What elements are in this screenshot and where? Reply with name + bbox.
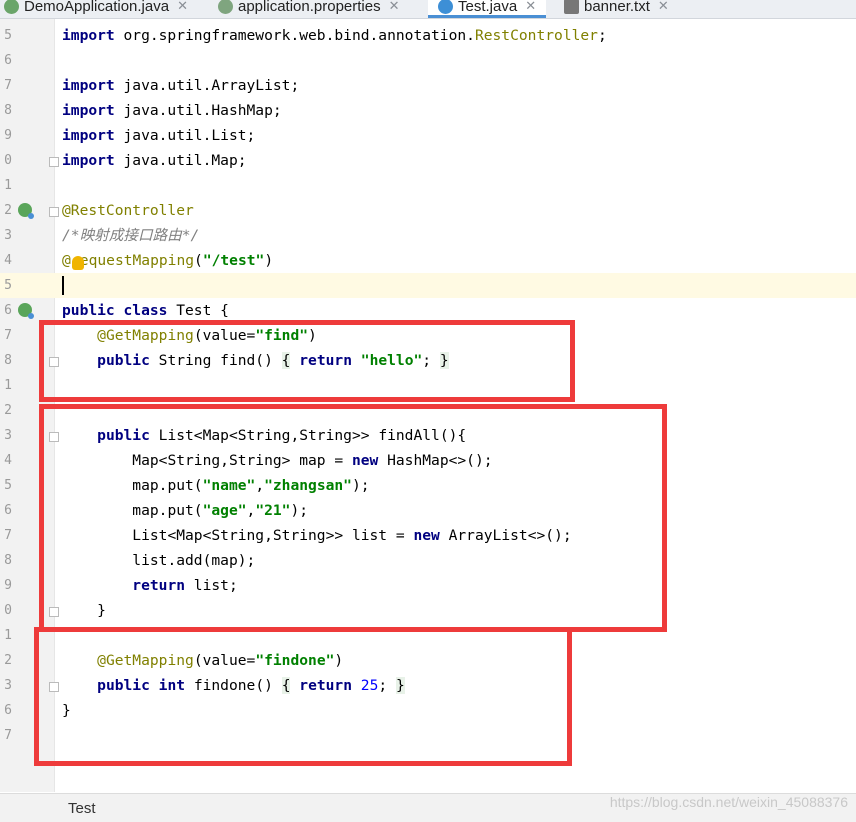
tab-application-properties[interactable]: application.properties ✕: [218, 0, 400, 18]
line-number: 6: [4, 503, 12, 518]
tab-label: DemoApplication.java: [24, 0, 170, 15]
line-number: 7: [4, 78, 12, 93]
tab-label: application.properties: [238, 0, 381, 15]
line-number: 8: [4, 103, 12, 118]
line-number: 2: [4, 203, 12, 218]
line-number: 6: [4, 53, 12, 68]
code-line: 8 import java.util.HashMap;: [0, 98, 856, 123]
text-caret: [62, 276, 64, 295]
close-icon[interactable]: ✕: [389, 0, 400, 14]
close-icon[interactable]: ✕: [525, 0, 536, 14]
code-line: 7 import java.util.ArrayList;: [0, 73, 856, 98]
line-number: 8: [4, 553, 12, 568]
line-number: 3: [4, 228, 12, 243]
fold-icon[interactable]: [49, 157, 59, 167]
watermark: https://blog.csdn.net/weixin_45088376: [609, 794, 848, 810]
line-number: 7: [4, 728, 12, 743]
code-line-current: 5: [0, 273, 856, 298]
text-file-icon: [564, 0, 579, 14]
fold-icon[interactable]: [49, 207, 59, 217]
code-line: 3/*映射成接口路由*/: [0, 223, 856, 248]
spring-bean-icon[interactable]: [18, 303, 34, 319]
tab-demoapplication[interactable]: DemoApplication.java ✕: [4, 0, 188, 18]
editor-tab-bar: DemoApplication.java ✕ application.prope…: [0, 0, 856, 19]
line-number: 1: [4, 378, 12, 393]
line-number: 9: [4, 128, 12, 143]
line-number: 4: [4, 253, 12, 268]
line-number: 8: [4, 353, 12, 368]
line-number: 5: [4, 278, 12, 293]
spring-boot-icon: [4, 0, 19, 14]
code-line: 6: [0, 48, 856, 73]
line-number: 2: [4, 403, 12, 418]
close-icon[interactable]: ✕: [658, 0, 669, 14]
line-number: 1: [4, 628, 12, 643]
line-number: 9: [4, 578, 12, 593]
line-number: 5: [4, 478, 12, 493]
close-icon[interactable]: ✕: [177, 0, 188, 14]
code-line: 4 @ equestMapping("/test"): [0, 248, 856, 273]
line-number: 6: [4, 303, 12, 318]
code-line: 1: [0, 173, 856, 198]
line-number: 7: [4, 528, 12, 543]
line-number: 5: [4, 28, 12, 43]
line-number: 1: [4, 178, 12, 193]
java-class-icon: [438, 0, 453, 14]
tab-banner-txt[interactable]: banner.txt ✕: [564, 0, 669, 18]
tab-label: Test.java: [458, 0, 518, 15]
lightbulb-icon[interactable]: [72, 256, 84, 270]
line-number: 7: [4, 328, 12, 343]
breadcrumb-class[interactable]: Test: [68, 800, 96, 817]
tab-label: banner.txt: [584, 0, 650, 15]
annotation-box-findall: [39, 404, 667, 632]
code-line: 2 @RestController: [0, 198, 856, 223]
tab-test-java[interactable]: Test.java ✕: [428, 0, 547, 18]
breadcrumb-bar: Test https://blog.csdn.net/weixin_450883…: [0, 793, 856, 822]
code-line: 0 import java.util.Map;: [0, 148, 856, 173]
code-line: 9 import java.util.List;: [0, 123, 856, 148]
line-number: 0: [4, 603, 12, 618]
code-line: 5 import org.springframework.web.bind.ann…: [0, 23, 856, 48]
properties-file-icon: [218, 0, 233, 14]
line-number: 4: [4, 453, 12, 468]
line-number: 2: [4, 653, 12, 668]
spring-bean-icon[interactable]: [18, 203, 34, 219]
line-number: 3: [4, 428, 12, 443]
line-number: 0: [4, 153, 12, 168]
annotation-box-findone: [34, 627, 572, 766]
line-number: 3: [4, 678, 12, 693]
annotation-box-find: [39, 320, 575, 402]
line-number: 6: [4, 703, 12, 718]
